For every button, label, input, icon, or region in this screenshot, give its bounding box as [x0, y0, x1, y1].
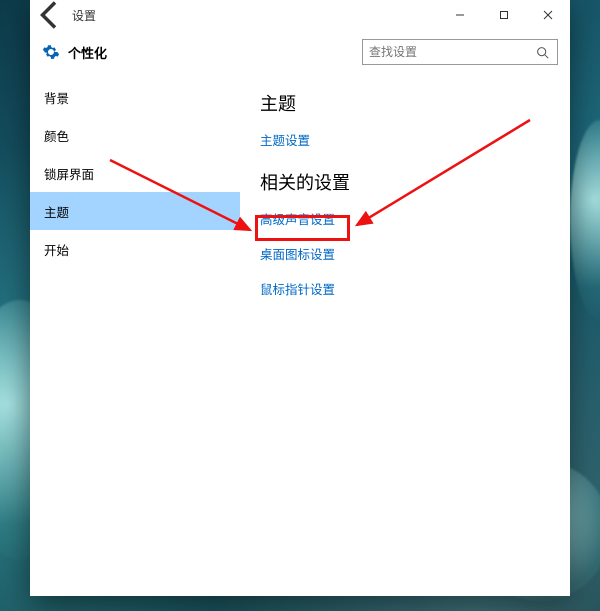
section-related-title: 相关的设置 — [260, 169, 570, 195]
titlebar: 设置 — [30, 0, 570, 30]
maximize-button[interactable] — [482, 0, 526, 30]
search-icon — [529, 40, 555, 64]
content-pane: 主题 主题设置 相关的设置 高级声音设置 桌面图标设置 鼠标指针设置 — [240, 74, 570, 596]
sidebar-item-label: 开始 — [44, 240, 69, 259]
sidebar-item-label: 锁屏界面 — [44, 164, 94, 183]
link-desktop-icon-settings[interactable]: 桌面图标设置 — [260, 244, 570, 263]
close-button[interactable] — [526, 0, 570, 30]
sidebar-item-label: 主题 — [44, 202, 69, 221]
sidebar-item-lockscreen[interactable]: 锁屏界面 — [30, 154, 240, 192]
sidebar-item-label: 颜色 — [44, 126, 69, 145]
sidebar: 背景 颜色 锁屏界面 主题 开始 — [30, 74, 240, 596]
page-title: 个性化 — [68, 43, 107, 62]
window-title: 设置 — [70, 7, 96, 24]
sidebar-item-label: 背景 — [44, 88, 69, 107]
header: 个性化 — [30, 30, 570, 74]
link-mouse-pointer-settings[interactable]: 鼠标指针设置 — [260, 279, 570, 298]
search-box[interactable] — [362, 39, 558, 65]
gear-icon — [42, 43, 60, 61]
sidebar-item-start[interactable]: 开始 — [30, 230, 240, 268]
sidebar-item-colors[interactable]: 颜色 — [30, 116, 240, 154]
sidebar-item-themes[interactable]: 主题 — [30, 192, 240, 230]
link-theme-settings[interactable]: 主题设置 — [260, 130, 570, 149]
sidebar-item-background[interactable]: 背景 — [30, 78, 240, 116]
search-input[interactable] — [363, 40, 529, 64]
back-button[interactable] — [30, 0, 70, 30]
link-sound-settings[interactable]: 高级声音设置 — [260, 209, 570, 228]
minimize-button[interactable] — [438, 0, 482, 30]
settings-window: 设置 个性化 背景 颜色 锁屏界面 主题 开始 — [30, 0, 570, 596]
section-themes-title: 主题 — [260, 90, 570, 116]
